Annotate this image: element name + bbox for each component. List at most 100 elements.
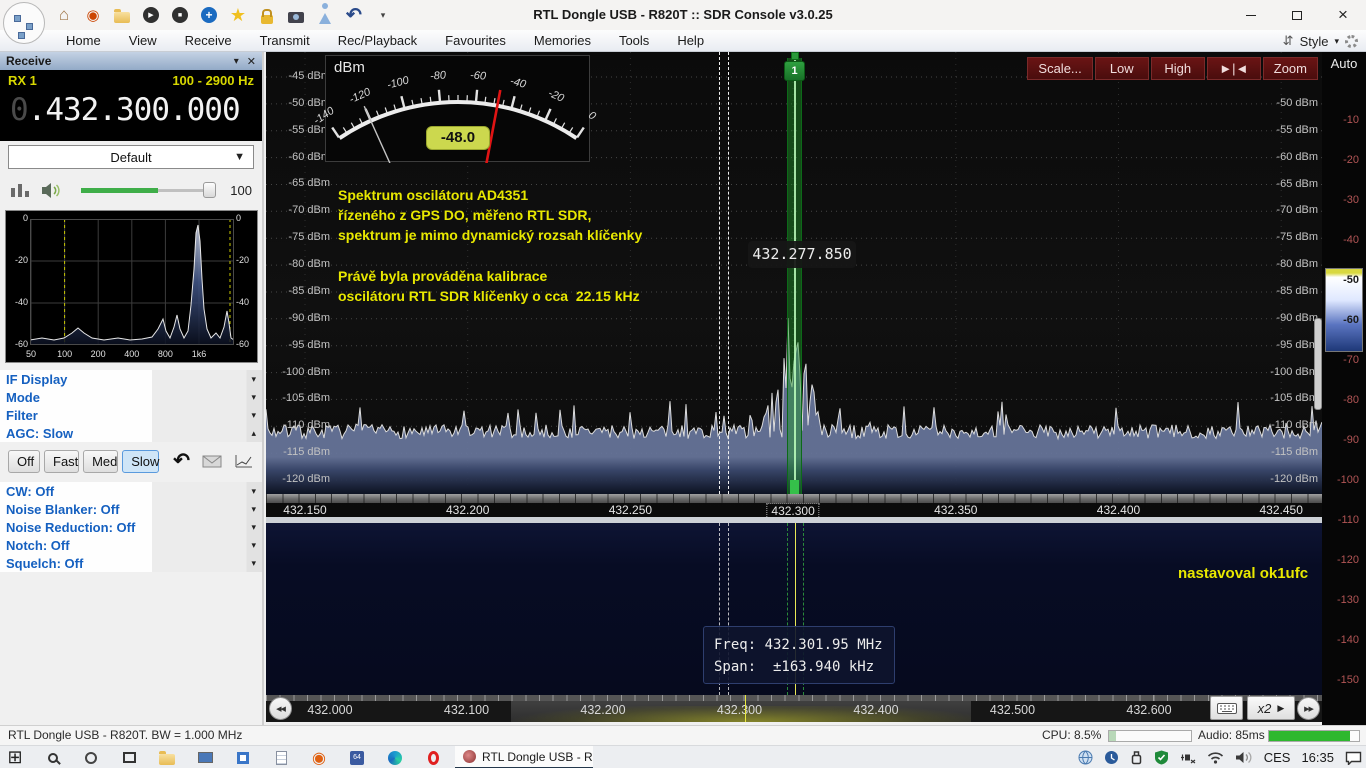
chevron-icon[interactable]: ▾ xyxy=(251,540,256,551)
cortana-icon[interactable] xyxy=(82,749,100,767)
clock-app-icon[interactable] xyxy=(1104,750,1119,765)
display-app-icon[interactable] xyxy=(196,749,214,767)
menu-tab[interactable]: Favourites xyxy=(431,30,520,52)
sdr-64-app-icon[interactable]: 64 xyxy=(348,749,366,767)
power-plug-icon[interactable] xyxy=(1180,751,1196,764)
dsp-option-row[interactable]: Noise Reduction: Off ▾ xyxy=(0,518,262,536)
rf-spectrum-display[interactable]: -45 dBm-50 dBm-55 dBm-60 dBm-65 dBm-70 d… xyxy=(266,52,1322,517)
cpu-usage-bar xyxy=(1108,730,1192,742)
window-app-icon[interactable] xyxy=(234,749,252,767)
volume-icon[interactable] xyxy=(1235,751,1253,764)
menu-tab[interactable]: Receive xyxy=(171,30,246,52)
band-navigation-bar[interactable]: 432.000432.100432.200432.300432.400432.5… xyxy=(266,695,1322,722)
agc-button[interactable]: Off xyxy=(8,450,40,473)
tuning-marker[interactable] xyxy=(787,58,802,494)
scale-scrollbar-thumb[interactable] xyxy=(1314,318,1322,410)
cursor-line xyxy=(719,52,720,494)
spectrum-toolbar-button[interactable]: High xyxy=(1151,57,1205,80)
dsp-option-row[interactable]: Notch: Off ▾ xyxy=(0,536,262,554)
frequency-display[interactable]: 0.432.300.000 xyxy=(0,88,262,128)
tuning-marker-knob[interactable] xyxy=(791,52,799,60)
chevron-icon[interactable]: ▾ xyxy=(251,374,256,385)
dsp-option-row[interactable]: Noise Blanker: Off ▾ xyxy=(0,500,262,518)
search-icon[interactable] xyxy=(44,749,62,767)
menu-tab[interactable]: Help xyxy=(663,30,718,52)
settings-gear-icon[interactable] xyxy=(1345,35,1358,48)
chevron-icon[interactable]: ▾ xyxy=(251,522,256,533)
dsp-option-row[interactable]: IF Display ▾ xyxy=(0,370,262,388)
file-explorer-icon[interactable] xyxy=(158,749,176,767)
panel-collapse-icon[interactable]: ▾ xyxy=(234,56,239,67)
network-globe-icon[interactable] xyxy=(1078,750,1093,765)
waterfall-palette-strip[interactable]: Auto -10-20-30-40-50-60-70-80-90-100-110… xyxy=(1322,52,1366,725)
speaker-icon[interactable] xyxy=(41,182,62,199)
audio-spectrum-canvas xyxy=(30,219,234,345)
menu-tab[interactable]: View xyxy=(115,30,171,52)
chevron-icon[interactable]: ▾ xyxy=(251,504,256,515)
equalizer-icon[interactable] xyxy=(10,182,31,198)
defender-shield-icon[interactable] xyxy=(1154,750,1169,765)
volume-slider-thumb[interactable] xyxy=(203,182,216,198)
close-button[interactable]: × xyxy=(1320,0,1366,30)
task-view-icon[interactable] xyxy=(120,749,138,767)
dsp-option-row[interactable]: CW: Off ▾ xyxy=(0,482,262,500)
maximize-button[interactable] xyxy=(1274,0,1320,30)
keyboard-entry-button[interactable] xyxy=(1210,696,1243,720)
browser-orange-icon[interactable]: ◉ xyxy=(310,749,328,767)
menu-tab[interactable]: Rec/Playback xyxy=(324,30,431,52)
volume-slider[interactable] xyxy=(81,182,215,198)
spectrum-toolbar-button[interactable]: ►|◄ xyxy=(1207,57,1261,80)
menu-tab[interactable]: Home xyxy=(52,30,115,52)
dsp-option-row[interactable]: AGC: Slow ▴ xyxy=(0,424,262,442)
app-menu-button[interactable] xyxy=(3,2,45,44)
usb-device-icon[interactable] xyxy=(1130,750,1143,765)
chevron-icon[interactable]: ▴ xyxy=(251,428,256,439)
spectrum-toolbar-button[interactable]: Zoom xyxy=(1263,57,1318,80)
menu-tab[interactable]: Transmit xyxy=(246,30,324,52)
band-zoom-button[interactable]: x2▶ xyxy=(1247,696,1295,720)
edge-icon[interactable] xyxy=(386,749,404,767)
waterfall-display[interactable]: nastavoval ok1ufc Freq: 432.301.95 MHz S… xyxy=(266,523,1322,695)
action-center-icon[interactable] xyxy=(1345,751,1362,765)
graph-icon[interactable] xyxy=(234,453,254,469)
spectrum-toolbar-button[interactable]: Scale... xyxy=(1027,57,1092,80)
send-report-icon[interactable] xyxy=(202,454,222,468)
chevron-right-icon: ▶ xyxy=(1277,703,1284,714)
start-button[interactable]: ⊞ xyxy=(6,749,24,767)
spectrum-toolbar-button[interactable]: Low xyxy=(1095,57,1149,80)
agc-button[interactable]: Fast xyxy=(44,450,79,473)
chevron-icon[interactable]: ▾ xyxy=(251,410,256,421)
panel-close-icon[interactable]: ✕ xyxy=(247,55,256,68)
profile-select[interactable]: Default ▼ xyxy=(8,145,254,169)
band-nav-right-button[interactable]: ▶▶ xyxy=(1297,697,1320,720)
opera-icon[interactable] xyxy=(424,749,442,767)
agc-button[interactable]: Slow xyxy=(122,450,159,473)
title-bar: ⌂ ◉ ▶ ■ + ★ ↶ ▾ RTL Dongle USB - R820T :… xyxy=(0,0,1366,30)
dsp-option-row[interactable]: Mode ▾ xyxy=(0,388,262,406)
menu-tab[interactable]: Tools xyxy=(605,30,663,52)
undo-arrow-icon[interactable]: ↶ xyxy=(173,453,190,469)
band-nav-left-button[interactable]: ◀◀ xyxy=(269,697,292,720)
style-dropdown-icon[interactable]: ▾ xyxy=(1334,36,1339,47)
chevron-icon[interactable]: ▾ xyxy=(251,486,256,497)
meter-scale-label: -100 xyxy=(386,74,410,91)
status-bar: RTL Dongle USB - R820T. BW = 1.000 MHz C… xyxy=(0,725,1366,745)
taskbar-active-app-button[interactable]: RTL Dongle USB - R82... xyxy=(455,746,593,768)
audio-y-label: -60 xyxy=(8,339,28,349)
style-switcher-icon[interactable]: ⇵ xyxy=(1283,33,1294,49)
dsp-option-label: Noise Reduction: Off xyxy=(6,520,251,535)
rx-marker-badge[interactable]: 1 xyxy=(784,61,805,81)
dsp-option-row[interactable]: Squelch: Off ▾ xyxy=(0,554,262,572)
chevron-icon[interactable]: ▾ xyxy=(251,392,256,403)
dsp-option-row[interactable]: Filter ▾ xyxy=(0,406,262,424)
keyboard-language-indicator[interactable]: CES xyxy=(1264,750,1291,765)
wifi-icon[interactable] xyxy=(1207,751,1224,764)
frequency-ruler[interactable] xyxy=(266,494,1322,503)
menu-tab[interactable]: Memories xyxy=(520,30,605,52)
minimize-button[interactable] xyxy=(1228,0,1274,30)
agc-button[interactable]: Med xyxy=(83,450,118,473)
style-label[interactable]: Style xyxy=(1300,34,1329,49)
chevron-icon[interactable]: ▾ xyxy=(251,558,256,569)
notepad-icon[interactable] xyxy=(272,749,290,767)
clock-time[interactable]: 16:35 xyxy=(1301,750,1334,765)
